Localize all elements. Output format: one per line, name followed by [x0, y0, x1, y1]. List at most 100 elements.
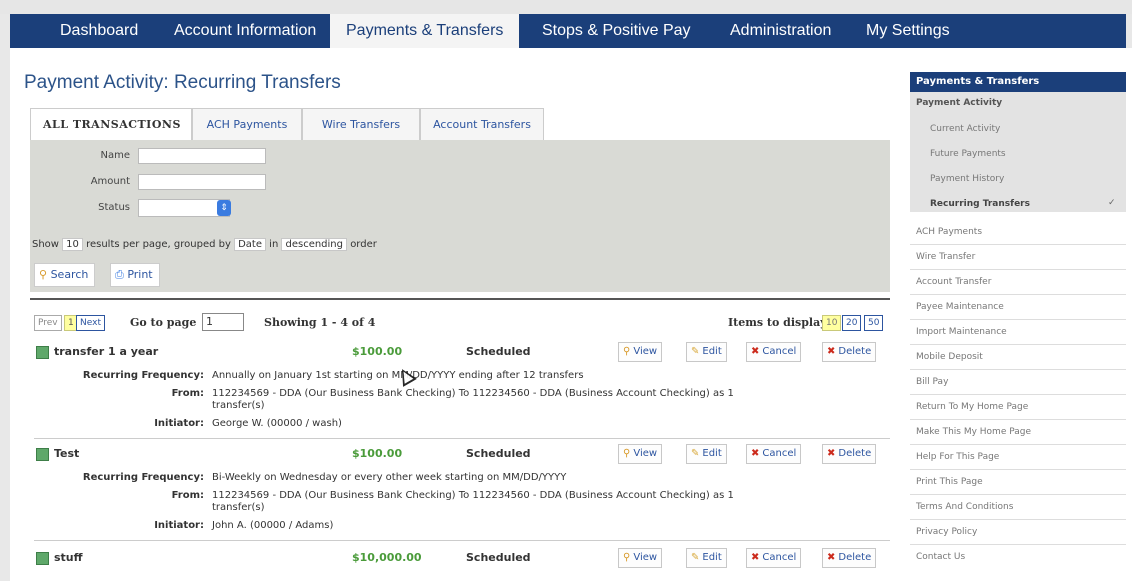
sidebar-divider: [910, 494, 1126, 495]
order-select[interactable]: descending: [281, 238, 347, 251]
sidebar-item-current-activity[interactable]: Current Activity: [930, 124, 1000, 134]
view-button[interactable]: ⚲ View: [618, 548, 663, 568]
edit-label: Edit: [702, 448, 722, 459]
transaction-name: transfer 1 a year: [54, 345, 159, 358]
delete-button[interactable]: ✖ Delete: [822, 548, 877, 568]
initiator-value: George W. (00000 / wash): [212, 418, 342, 429]
next-button[interactable]: Next: [76, 315, 105, 331]
cancel-x-icon: ✖: [751, 346, 760, 357]
cancel-label: Cancel: [762, 346, 797, 357]
transaction-amount: $100.00: [352, 345, 403, 358]
cancel-label: Cancel: [762, 448, 797, 459]
initiator-label: Initiator:: [154, 418, 204, 429]
search-button[interactable]: ⚲ Search: [34, 263, 96, 287]
print-button[interactable]: ⎙ Print: [110, 263, 160, 287]
sidebar-item-ach-payments[interactable]: ACH Payments: [916, 227, 982, 237]
sidebar-item-terms[interactable]: Terms And Conditions: [916, 502, 1013, 512]
sidebar-item-return-home[interactable]: Return To My Home Page: [916, 402, 1028, 412]
transaction-status: Scheduled: [466, 447, 531, 460]
edit-button[interactable]: ✎ Edit: [686, 444, 727, 464]
sidebar-item-help[interactable]: Help For This Page: [916, 452, 999, 462]
from-value: 112234569 - DDA (Our Business Bank Check…: [212, 388, 734, 411]
sidebar-item-contact[interactable]: Contact Us: [916, 552, 965, 562]
delete-label: Delete: [838, 448, 872, 459]
show-text: Show: [32, 239, 59, 250]
sidebar-divider: [910, 519, 1126, 520]
select-arrows-icon[interactable]: ⇕: [217, 200, 231, 216]
group-by-select[interactable]: Date: [234, 238, 266, 251]
results-text: results per page, grouped by: [86, 239, 231, 250]
from-value: 112234569 - DDA (Our Business Bank Check…: [212, 490, 734, 513]
sidebar-header[interactable]: Payments & Transfers: [910, 72, 1126, 92]
recurring-document-icon: [36, 346, 49, 359]
tab-all-transactions[interactable]: ALL TRANSACTIONS: [30, 108, 192, 140]
edit-button[interactable]: ✎ Edit: [686, 548, 727, 568]
sidebar-divider: [910, 469, 1126, 470]
tab-account-transfers[interactable]: Account Transfers: [420, 108, 544, 140]
order-text: order: [350, 239, 377, 250]
divider: [30, 298, 890, 300]
results-count-input[interactable]: 10: [62, 238, 83, 251]
amount-input[interactable]: [138, 174, 266, 190]
transaction-details: Recurring Frequency: Annually on January…: [34, 370, 890, 434]
nav-tab-payments-transfers[interactable]: Payments & Transfers: [330, 14, 520, 48]
sidebar-divider: [910, 244, 1126, 245]
status-select[interactable]: ⇕: [138, 199, 231, 217]
view-button[interactable]: ⚲ View: [618, 444, 663, 464]
search-icon: ⚲: [39, 268, 48, 281]
tab-wire-transfers[interactable]: Wire Transfers: [302, 108, 420, 140]
amount-label: Amount: [90, 176, 130, 187]
prev-button[interactable]: Prev: [34, 315, 62, 331]
items-option-50[interactable]: 50: [864, 315, 884, 331]
pager: Prev 1 Next Go to page 1 Showing 1 - 4 o…: [34, 312, 890, 334]
goto-page-input[interactable]: 1: [202, 313, 244, 331]
nav-tab-dashboard[interactable]: Dashboard: [60, 14, 138, 48]
sidebar-item-wire-transfer[interactable]: Wire Transfer: [916, 252, 975, 262]
transaction-amount: $10,000.00: [352, 551, 422, 564]
sidebar-item-print-page[interactable]: Print This Page: [916, 477, 983, 487]
delete-button[interactable]: ✖ Delete: [822, 342, 877, 362]
main-nav: Dashboard Account Information Payments &…: [10, 14, 1126, 48]
sidebar-item-payment-history[interactable]: Payment History: [930, 174, 1004, 184]
from-label: From:: [171, 388, 204, 399]
sidebar-item-future-payments[interactable]: Future Payments: [930, 149, 1006, 159]
print-icon: ⎙: [115, 268, 124, 281]
delete-button[interactable]: ✖ Delete: [822, 444, 877, 464]
tab-ach-payments[interactable]: ACH Payments: [192, 108, 302, 140]
nav-tab-stops-positive-pay[interactable]: Stops & Positive Pay: [542, 14, 691, 48]
sidebar-item-recurring-transfers[interactable]: Recurring Transfers: [930, 199, 1030, 209]
recurring-frequency-label: Recurring Frequency:: [82, 472, 204, 483]
recurring-document-icon: [36, 552, 49, 565]
sidebar-item-import-maintenance[interactable]: Import Maintenance: [916, 327, 1007, 337]
sidebar-item-make-home[interactable]: Make This My Home Page: [916, 427, 1031, 437]
initiator-value: John A. (00000 / Adams): [212, 520, 334, 531]
nav-tab-administration[interactable]: Administration: [730, 14, 831, 48]
cancel-button[interactable]: ✖ Cancel: [746, 548, 802, 568]
sidebar-item-payment-activity[interactable]: Payment Activity: [916, 98, 1002, 108]
view-button[interactable]: ⚲ View: [618, 342, 663, 362]
pencil-icon: ✎: [691, 552, 700, 563]
sidebar-item-bill-pay[interactable]: Bill Pay: [916, 377, 948, 387]
sidebar-item-payee-maintenance[interactable]: Payee Maintenance: [916, 302, 1004, 312]
items-option-20[interactable]: 20: [842, 315, 862, 331]
view-icon: ⚲: [623, 448, 631, 459]
items-to-display-label: Items to display:: [728, 316, 831, 329]
sidebar-item-account-transfer[interactable]: Account Transfer: [916, 277, 991, 287]
nav-tab-account-information[interactable]: Account Information: [174, 14, 316, 48]
sidebar: Payments & Transfers Payment Activity Cu…: [910, 72, 1126, 581]
cancel-button[interactable]: ✖ Cancel: [746, 444, 802, 464]
pencil-icon: ✎: [691, 448, 700, 459]
delete-x-icon: ✖: [827, 552, 836, 563]
sidebar-divider: [910, 369, 1126, 370]
sidebar-item-privacy[interactable]: Privacy Policy: [916, 527, 977, 537]
sidebar-divider: [910, 294, 1126, 295]
edit-button[interactable]: ✎ Edit: [686, 342, 727, 362]
items-option-10[interactable]: 10: [822, 315, 842, 331]
edit-label: Edit: [702, 346, 722, 357]
cancel-button[interactable]: ✖ Cancel: [746, 342, 802, 362]
from-label: From:: [171, 490, 204, 501]
nav-tab-my-settings[interactable]: My Settings: [866, 14, 950, 48]
sidebar-divider: [910, 344, 1126, 345]
sidebar-item-mobile-deposit[interactable]: Mobile Deposit: [916, 352, 983, 362]
name-input[interactable]: [138, 148, 266, 164]
